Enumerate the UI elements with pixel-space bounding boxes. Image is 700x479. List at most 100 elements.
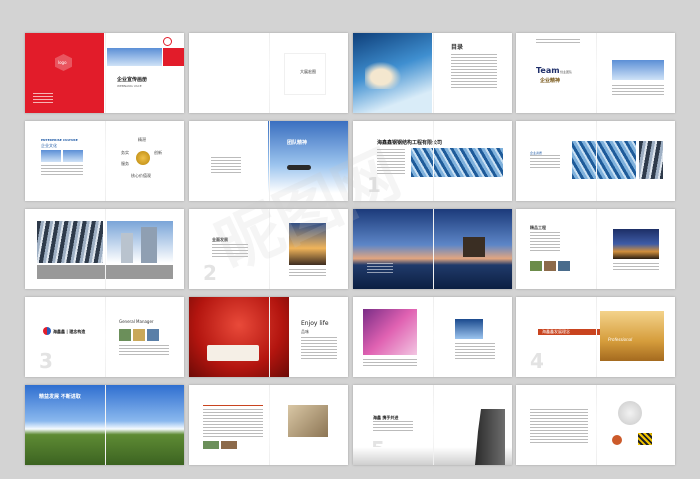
skyscraper-1 xyxy=(121,233,133,263)
thumb-1 xyxy=(530,261,542,271)
spread-5: ENTERPRISE CULTURE 企业文化 精湛 务实 创新 服务 核心价值… xyxy=(25,121,184,201)
page-number: 1 xyxy=(367,173,381,197)
node-3: 创新 xyxy=(154,150,162,155)
thumb-2 xyxy=(544,261,556,271)
enjoy-life: Enjoy life xyxy=(301,320,329,327)
cover-red-strip xyxy=(163,48,184,66)
spread18-thumb-2 xyxy=(221,441,237,449)
window-view-photo xyxy=(455,319,483,339)
team-spirit-title: 团队精神 xyxy=(287,140,308,146)
spread12-caption xyxy=(613,263,659,271)
node-4: 服务 xyxy=(121,161,129,166)
spread-10: 全面发展 2 xyxy=(189,209,348,289)
spread-14: Enjoy life 品味 xyxy=(189,297,348,377)
spread16-heading: 海鑫鑫发展理念 xyxy=(542,329,570,334)
spread7-text xyxy=(377,149,405,175)
wheat-field-photo xyxy=(600,311,664,361)
cover-subtitle: WEBNANG VACE xyxy=(117,84,142,88)
cover-contact-lines xyxy=(33,93,53,103)
spread-cover: logo 企业宣传画册 WEBNANG VACE xyxy=(25,33,184,113)
bed xyxy=(207,345,259,361)
spread-6: 团队精神 xyxy=(189,121,348,201)
spread-17: 精益发展 不断进取 xyxy=(25,385,184,465)
page-number-2: 2 xyxy=(203,261,217,285)
spread-13: 海鑫鑫 | 理念构造 3 General Manager xyxy=(25,297,184,377)
general-manager: General Manager xyxy=(119,319,154,324)
spread-12: 精品工程 xyxy=(516,209,675,289)
team-script: 企业精神 xyxy=(540,78,561,84)
field-headline: 精益发展 不断进取 xyxy=(39,394,81,400)
culture-gear-icon xyxy=(136,151,150,165)
spread20-text xyxy=(530,409,588,443)
spread8-text xyxy=(530,155,560,169)
spread8-heading: 企业资质 xyxy=(530,151,543,155)
skyscraper-photo xyxy=(107,221,173,263)
node-5: 核心价值观 xyxy=(131,173,151,178)
purple-room-photo xyxy=(363,309,417,355)
spread13-text xyxy=(119,345,169,357)
spread-16: 4 海鑫鑫发展理念 Professional xyxy=(516,297,675,377)
spread10-caption xyxy=(289,269,326,277)
helmet-figure-icon xyxy=(618,401,642,425)
spread13-heading: 海鑫鑫 | 理念构造 xyxy=(53,329,86,334)
castle xyxy=(463,237,485,257)
spread15-caption xyxy=(363,359,417,367)
brand-logo-icon xyxy=(43,327,51,335)
page-number-4: 4 xyxy=(530,349,544,373)
steel-structure-photo xyxy=(572,141,636,179)
spread4-text xyxy=(612,85,664,95)
contents-list xyxy=(451,54,497,88)
culture-text xyxy=(41,165,83,177)
enjoy-life-cn: 品味 xyxy=(301,329,309,334)
gm-photo-3 xyxy=(147,329,159,341)
spread4-city-photo xyxy=(612,60,664,80)
castle-lake-photo xyxy=(353,209,512,289)
cover-title: 企业宣传画册 xyxy=(117,77,148,83)
tool-icon xyxy=(612,435,622,445)
spread-4: Team 创业团队 企业精神 xyxy=(516,33,675,113)
spread18-thumb-1 xyxy=(203,441,219,449)
grey-bar xyxy=(37,265,173,279)
spread6-text xyxy=(211,157,241,173)
warning-sign-icon xyxy=(638,433,652,445)
node-2: 务实 xyxy=(121,150,129,155)
culture-title-cn: 企业文化 xyxy=(41,143,57,148)
spread12-text xyxy=(530,232,560,252)
factory-interior-photo xyxy=(411,148,503,177)
lakeside-town-photo xyxy=(289,223,326,265)
spread-9 xyxy=(25,209,184,289)
spread-7: 1 海鑫鑫钢钢结构工程有限公司 xyxy=(353,121,512,201)
steel-cylinders-photo xyxy=(37,221,103,263)
spread-8: 企业资质 xyxy=(516,121,675,201)
logo-text: logo xyxy=(58,60,67,65)
team-subtitle: 创业团队 xyxy=(560,70,573,74)
gm-photo-1 xyxy=(119,329,131,341)
spread-2: 大展宏图 xyxy=(189,33,348,113)
skydivers xyxy=(287,165,311,170)
company-heading: 海鑫鑫钢钢结构工程有限公司 xyxy=(377,140,443,146)
spread15-text xyxy=(455,343,495,359)
spread-20 xyxy=(516,385,675,465)
spread19-text xyxy=(373,421,413,431)
spread4-lines xyxy=(536,39,580,45)
spread12-heading: 精品工程 xyxy=(530,225,546,230)
spread19-headline: 海鑫 携手共进 xyxy=(373,415,399,420)
red-bedroom-photo xyxy=(189,297,289,377)
team-title: Team xyxy=(536,66,560,75)
spread-18 xyxy=(189,385,348,465)
cliff-photo xyxy=(475,409,505,465)
contents-heading: 目录 xyxy=(451,44,464,51)
culture-photo-1 xyxy=(41,150,61,162)
gm-photo-2 xyxy=(133,329,145,341)
spread10-heading: 全面发展 xyxy=(212,237,228,242)
spread2-frame xyxy=(284,53,326,95)
chair-photo xyxy=(288,405,328,437)
spread18-rule xyxy=(203,405,263,406)
spread11-text xyxy=(367,263,393,273)
node-1: 精湛 xyxy=(138,137,146,142)
skyscraper-2 xyxy=(141,227,157,263)
spread-15 xyxy=(353,297,512,377)
spread-19: 海鑫 携手共进 5 xyxy=(353,385,512,465)
culture-photo-2 xyxy=(63,150,83,162)
spread18-text xyxy=(203,409,263,439)
